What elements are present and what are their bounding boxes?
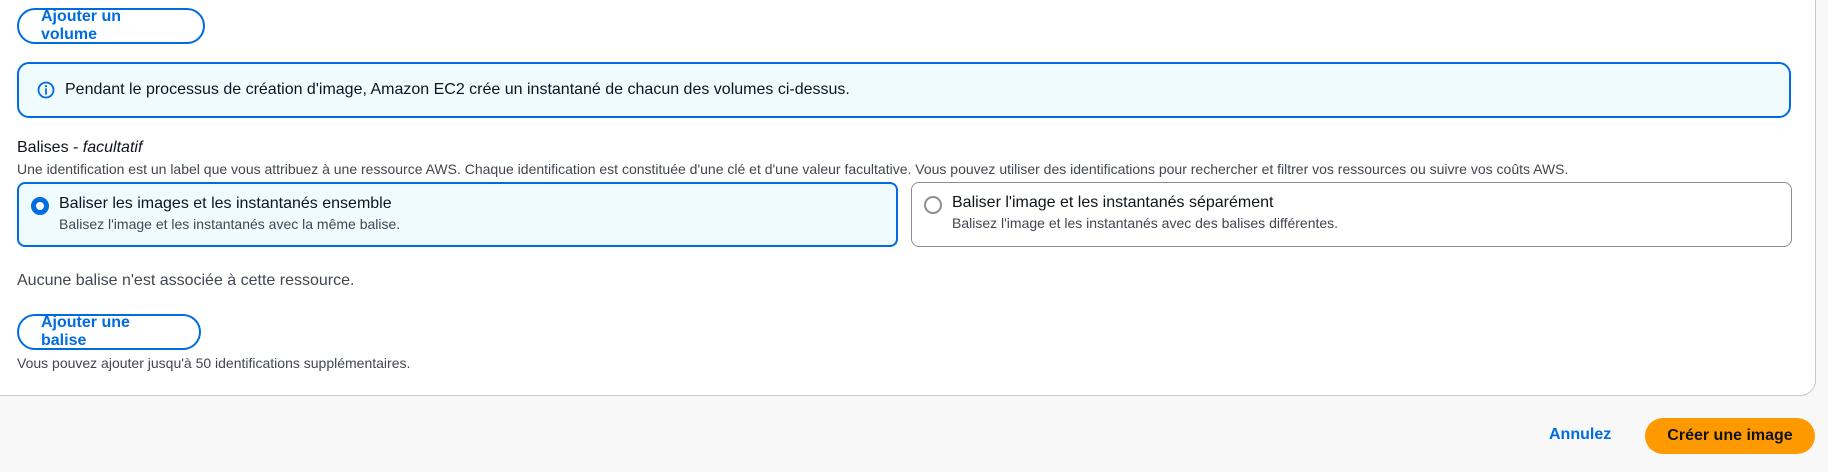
tag-separately-title: Baliser l'image et les instantanés sépar… xyxy=(952,194,1274,211)
snapshot-info-alert: Pendant le processus de création d'image… xyxy=(17,62,1791,118)
tags-label-text: Balises - xyxy=(17,139,83,156)
tag-together-option[interactable]: Baliser les images et les instantanés en… xyxy=(17,182,898,247)
info-circle-icon xyxy=(37,81,55,99)
tags-description: Une identification est un label que vous… xyxy=(17,161,1569,177)
radio-selected-icon[interactable] xyxy=(31,197,49,215)
tag-separately-option[interactable]: Baliser l'image et les instantanés sépar… xyxy=(911,182,1792,247)
radio-unselected-icon[interactable] xyxy=(924,196,942,214)
tag-together-title: Baliser les images et les instantanés en… xyxy=(59,195,392,212)
no-tags-message: Aucune balise n'est associée à cette res… xyxy=(17,272,355,289)
tags-optional-text: facultatif xyxy=(82,139,143,156)
tag-limit-hint: Vous pouvez ajouter jusqu'à 50 identific… xyxy=(17,355,411,371)
info-alert-text: Pendant le processus de création d'image… xyxy=(65,81,850,98)
tag-separately-description: Balisez l'image et les instantanés avec … xyxy=(952,215,1339,231)
tag-together-description: Balisez l'image et les instantanés avec … xyxy=(59,216,401,232)
tags-section-label: Balises - facultatif xyxy=(17,139,142,157)
add-tag-button[interactable]: Ajouter une balise xyxy=(17,314,201,350)
cancel-button[interactable]: Annulez xyxy=(1549,426,1611,444)
create-image-button[interactable]: Créer une image xyxy=(1645,418,1815,454)
add-volume-button[interactable]: Ajouter un volume xyxy=(17,8,205,44)
